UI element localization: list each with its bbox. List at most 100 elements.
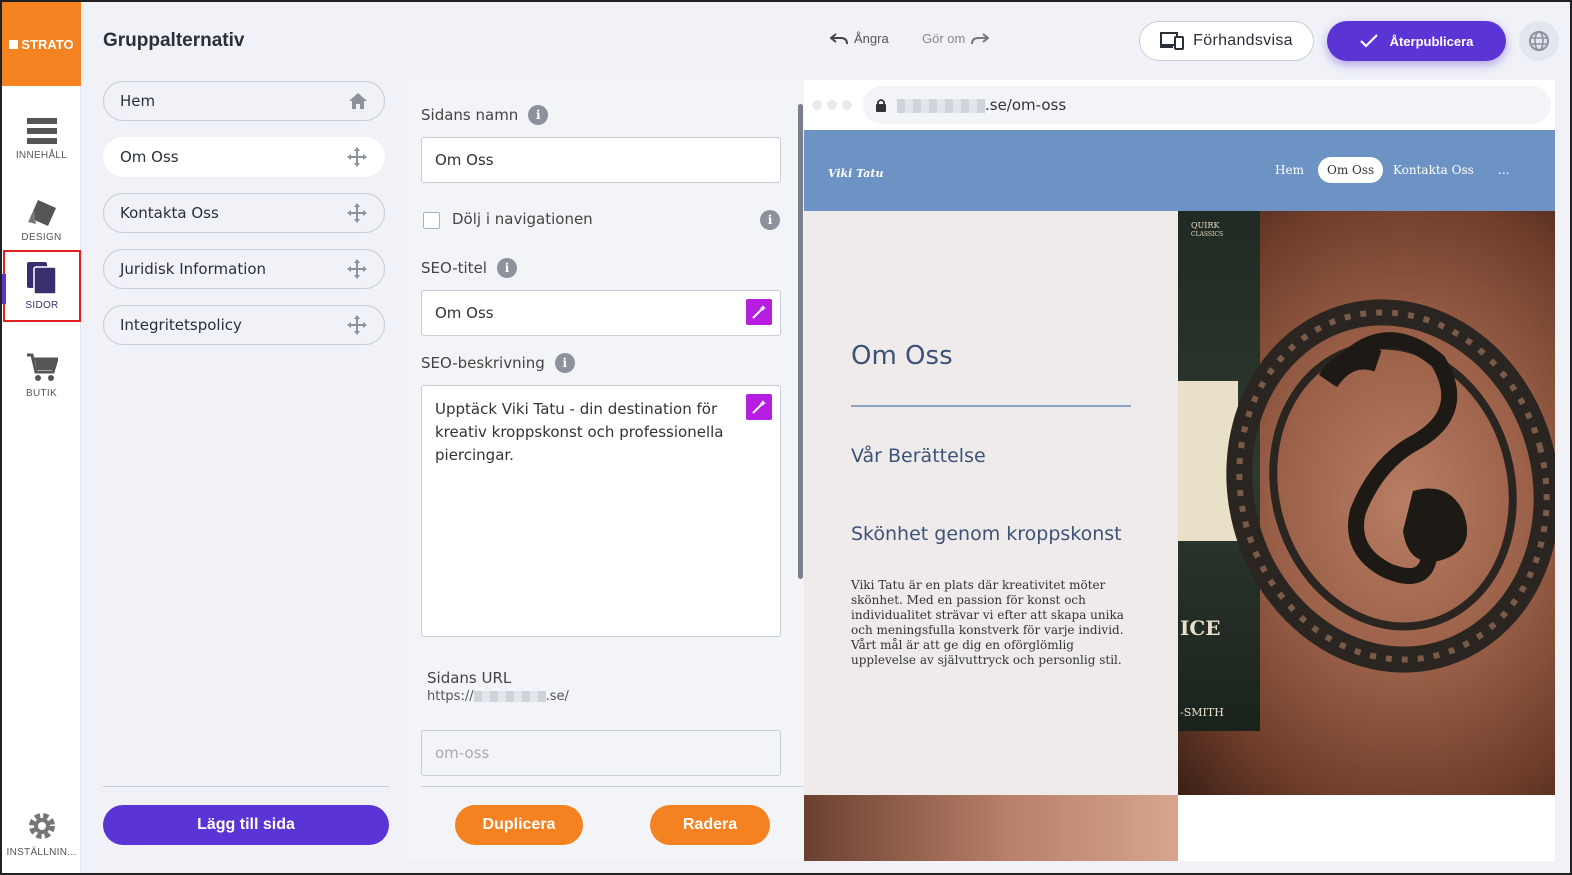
rail-label-shop: BUTIK	[26, 387, 57, 399]
seo-title-label: SEO-titel i	[421, 258, 517, 278]
rail-label-content: INNEHÅLL	[15, 149, 68, 161]
seo-desc-textarea[interactable]: Upptäck Viki Tatu - din destination för …	[421, 385, 781, 637]
move-icon[interactable]	[346, 258, 368, 280]
page-url-base: https:// .se/	[427, 689, 569, 704]
page-item-label: Om Oss	[120, 148, 179, 166]
page-name-value: Om Oss	[435, 151, 494, 169]
logo-text: STRATO	[21, 36, 74, 52]
tattoo-photo-lower	[804, 795, 1178, 861]
site-section-title: Skönhet genom kroppskonst	[851, 523, 1122, 545]
logo-square-icon	[9, 39, 19, 49]
move-icon[interactable]	[346, 146, 368, 168]
cart-icon	[26, 353, 58, 381]
page-item-privacy[interactable]: Integritetspolicy	[103, 305, 385, 345]
rail-item-settings[interactable]: INSTÄLLNIN...	[2, 797, 81, 871]
undo-label: Ångra	[854, 31, 889, 46]
browser-bar: .se/om-oss	[804, 80, 1555, 130]
page-item-home[interactable]: Hem	[103, 81, 385, 121]
preview-blank-area	[1178, 795, 1555, 861]
divider	[103, 786, 389, 787]
gear-icon	[28, 812, 55, 839]
undo-icon	[830, 32, 848, 44]
redo-label: Gör om	[922, 31, 966, 46]
page-item-label: Kontakta Oss	[120, 204, 219, 222]
lock-icon	[876, 99, 886, 112]
page-item-legal[interactable]: Juridisk Information	[103, 249, 385, 289]
divider	[421, 786, 803, 787]
info-icon[interactable]: i	[760, 210, 780, 230]
site-heading: Om Oss	[851, 341, 953, 371]
move-icon[interactable]	[346, 314, 368, 336]
redacted-domain	[473, 691, 546, 702]
move-icon[interactable]	[346, 202, 368, 224]
rail-item-pages[interactable]: SIDOR	[2, 250, 81, 322]
publish-label: Återpublicera	[1389, 33, 1474, 49]
rail-item-shop[interactable]: BUTIK	[2, 338, 81, 412]
check-icon	[1359, 34, 1378, 48]
address-path: .se/om-oss	[985, 96, 1067, 114]
language-button[interactable]	[1519, 21, 1559, 61]
page-title: Gruppalternativ	[103, 30, 245, 51]
magic-wand-icon	[752, 400, 766, 414]
seo-desc-label: SEO-beskrivning i	[421, 353, 575, 373]
redo-icon	[971, 32, 990, 44]
globe-icon	[1529, 31, 1549, 51]
page-item-about[interactable]: Om Oss	[103, 137, 385, 177]
page-name-label: Sidans namn i	[421, 105, 549, 125]
preview-button[interactable]: Förhandsvisa	[1139, 21, 1314, 61]
site-nav-more: ...	[1498, 163, 1510, 177]
strato-logo[interactable]: STRATO	[2, 2, 81, 86]
page-item-label: Hem	[120, 92, 156, 110]
rail-label-pages: SIDOR	[25, 299, 59, 311]
ai-magic-button[interactable]	[746, 299, 772, 325]
page-item-contact[interactable]: Kontakta Oss	[103, 193, 385, 233]
url-suffix: .se/	[545, 689, 569, 704]
rail-item-design[interactable]: DESIGN	[2, 182, 81, 256]
home-icon	[349, 93, 367, 109]
slug-placeholder: om-oss	[435, 744, 490, 762]
left-rail: STRATO INNEHÅLL DESIGN SIDOR BUTIK INSTÄ…	[2, 2, 81, 873]
site-nav-bar: Viki Tatu Hem Om Oss Kontakta Oss ...	[804, 130, 1555, 211]
page-name-input[interactable]: Om Oss	[421, 137, 781, 183]
redo-button[interactable]: Gör om	[922, 31, 990, 46]
rail-item-content[interactable]: INNEHÅLL	[2, 102, 81, 176]
seo-title-label-text: SEO-titel	[421, 259, 487, 277]
rail-label-design: DESIGN	[21, 231, 62, 243]
tattoo-illustration	[1226, 299, 1555, 673]
info-icon[interactable]: i	[554, 353, 575, 373]
site-body-text: Viki Tatu är en plats där kreativitet mö…	[851, 578, 1124, 667]
content-icon	[26, 117, 57, 144]
site-preview: .se/om-oss Viki Tatu Hem Om Oss Kontakta…	[804, 80, 1555, 861]
add-page-button[interactable]: Lägg till sida	[103, 805, 389, 845]
page-url-label: Sidans URL	[427, 669, 512, 687]
site-content: Om Oss Vår Berättelse Skönhet genom krop…	[804, 211, 1178, 795]
page-name-label-text: Sidans namn	[421, 106, 519, 124]
magic-wand-icon	[752, 305, 766, 319]
info-icon[interactable]: i	[496, 258, 517, 278]
hide-nav-checkbox[interactable]	[423, 212, 440, 229]
publish-button[interactable]: Återpublicera	[1327, 21, 1506, 61]
ai-magic-button[interactable]	[746, 394, 772, 420]
window-dots	[812, 100, 852, 110]
address-bar: .se/om-oss	[863, 86, 1551, 124]
delete-button[interactable]: Radera	[650, 805, 770, 845]
seo-desc-label-text: SEO-beskrivning	[421, 354, 545, 372]
url-prefix: https://	[427, 689, 474, 704]
heading-rule	[851, 405, 1131, 407]
site-nav-home: Hem	[1275, 163, 1304, 177]
preview-label: Förhandsvisa	[1193, 32, 1293, 49]
page-item-label: Juridisk Information	[120, 260, 267, 278]
info-icon[interactable]: i	[528, 105, 549, 125]
seo-title-input[interactable]: Om Oss	[421, 290, 781, 336]
page-item-label: Integritetspolicy	[120, 316, 242, 334]
settings-scrollbar[interactable]	[798, 104, 803, 579]
devices-icon	[1160, 32, 1185, 50]
undo-button[interactable]: Ångra	[830, 31, 889, 46]
page-slug-input[interactable]: om-oss	[421, 730, 781, 776]
rail-label-settings: INSTÄLLNIN...	[6, 846, 77, 858]
duplicate-button[interactable]: Duplicera	[455, 805, 583, 845]
site-nav-about: Om Oss	[1318, 157, 1384, 183]
seo-desc-value: Upptäck Viki Tatu - din destination för …	[435, 400, 724, 464]
site-nav-contact: Kontakta Oss	[1393, 163, 1474, 177]
design-icon	[27, 199, 56, 226]
